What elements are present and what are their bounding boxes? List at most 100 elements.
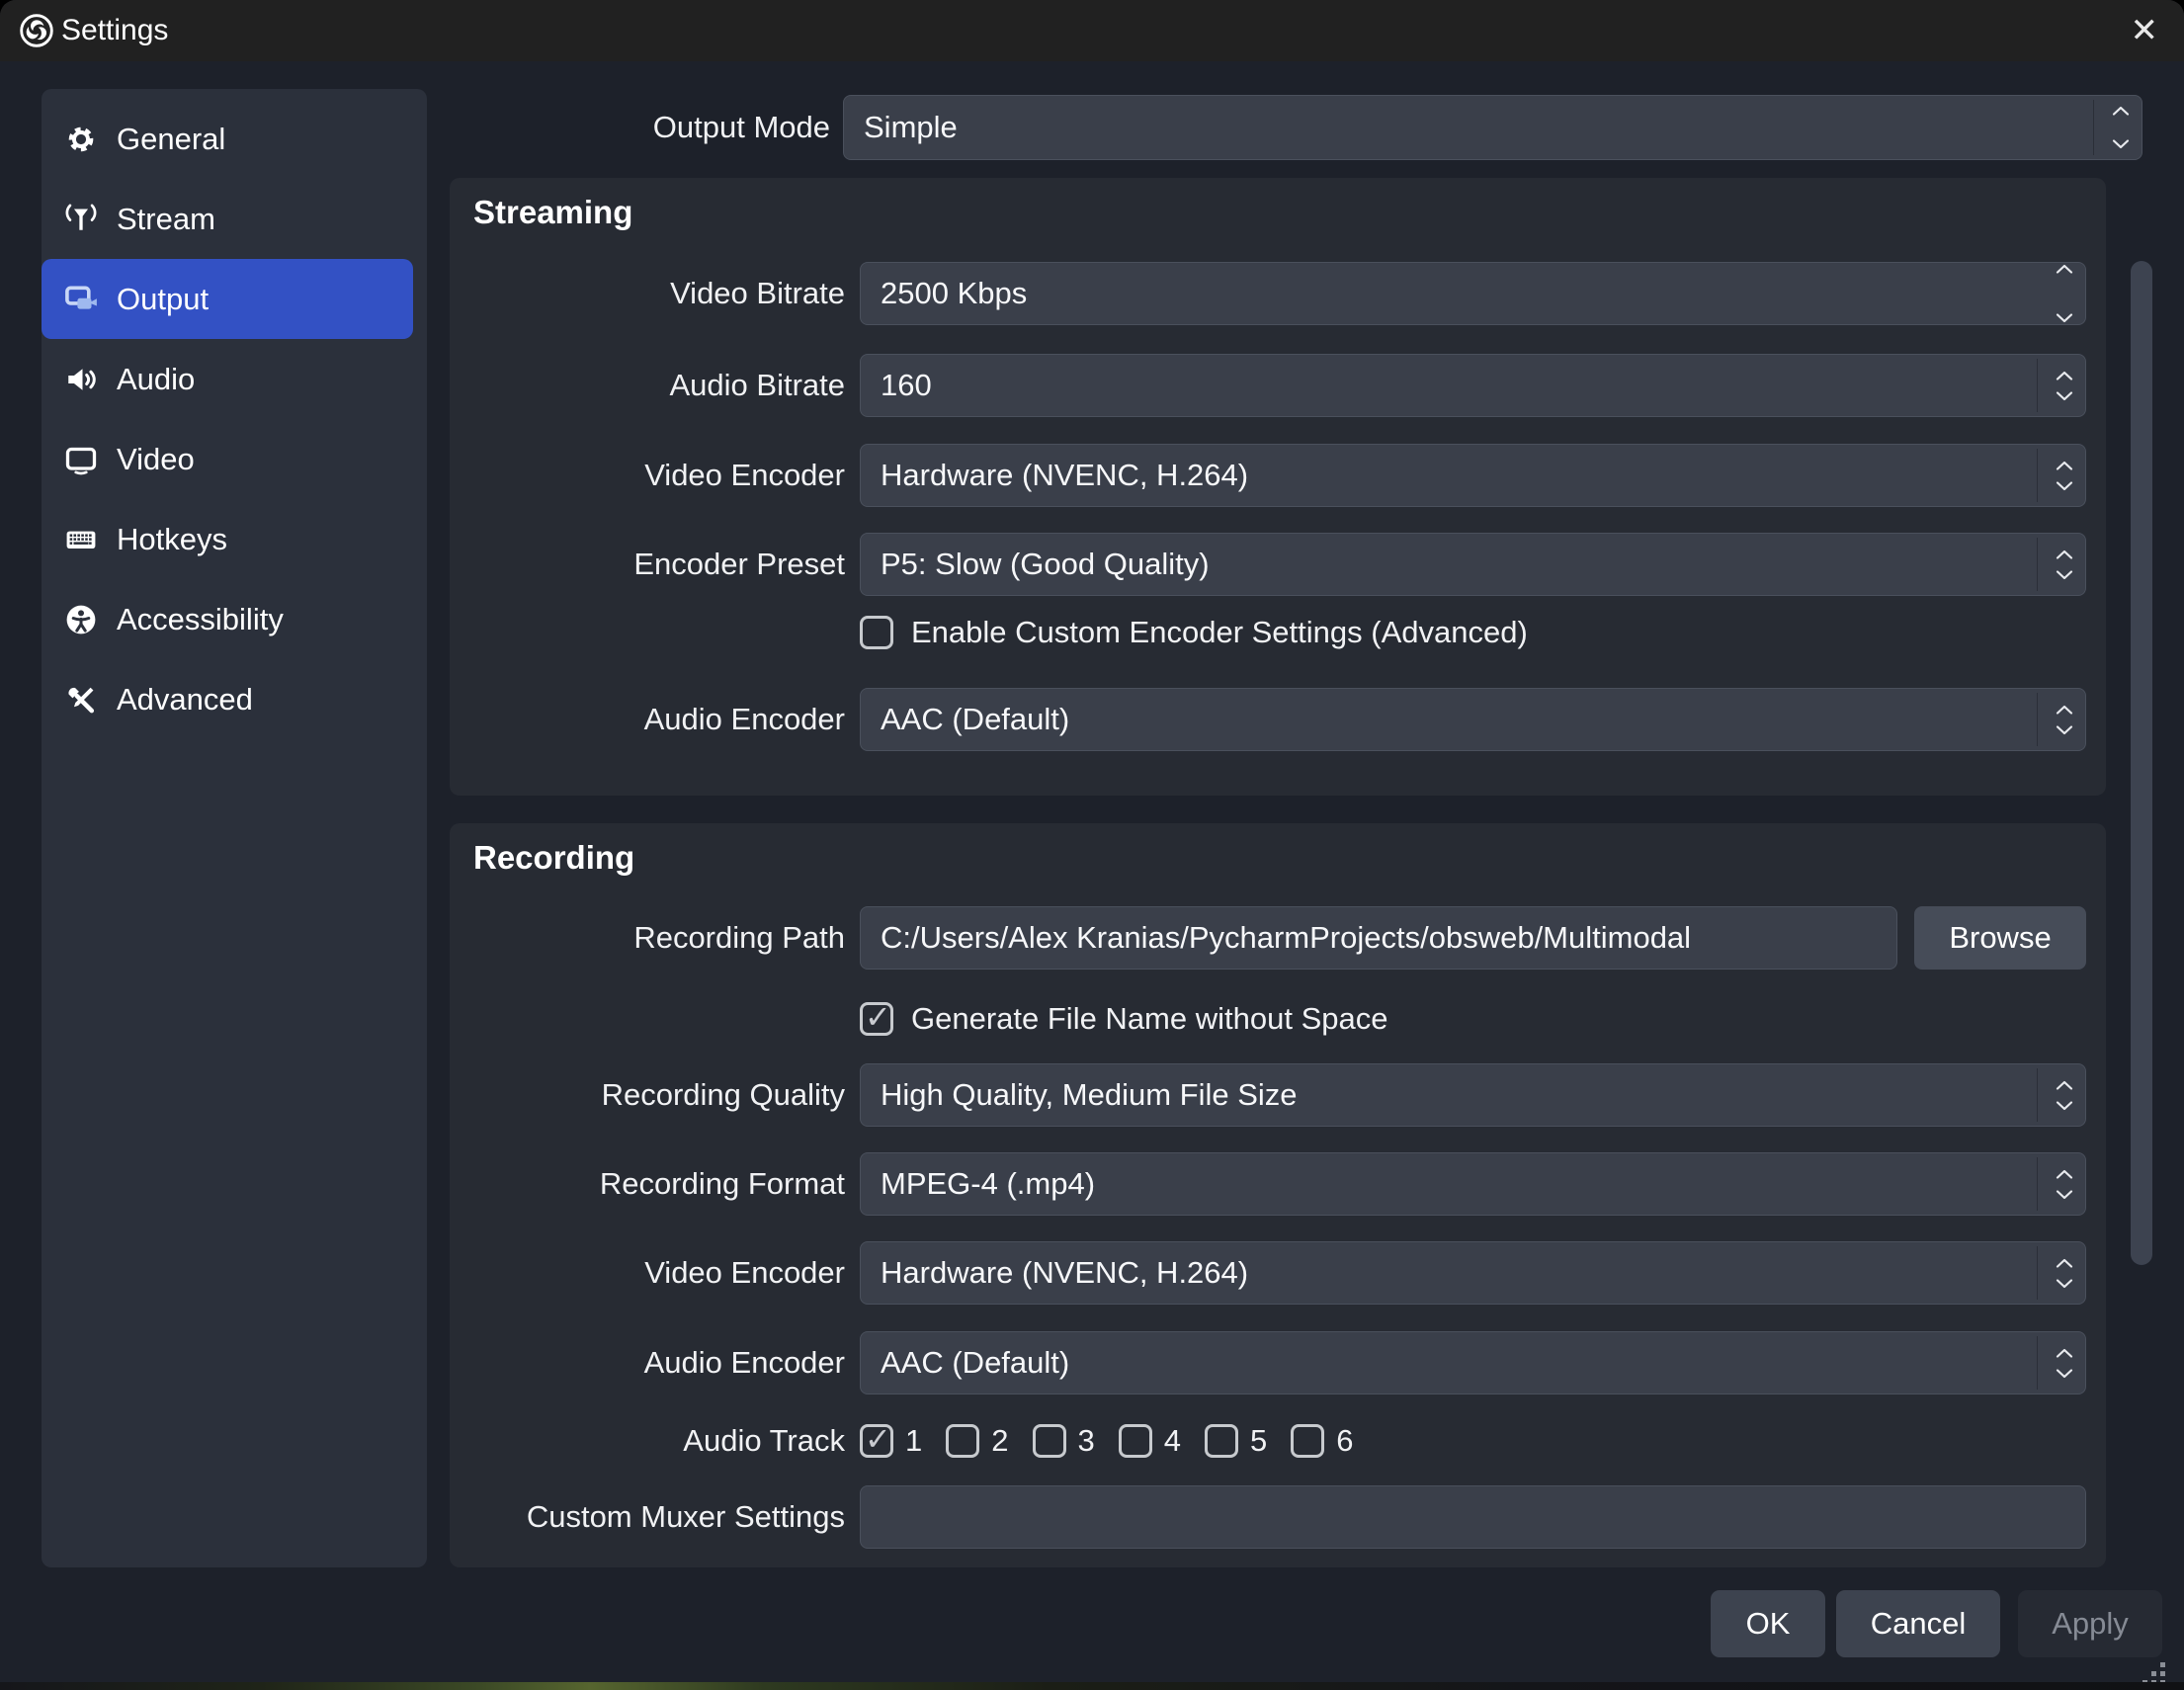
- accessibility-icon: [61, 600, 101, 639]
- recording-quality-value: High Quality, Medium File Size: [881, 1077, 1298, 1113]
- recording-audio-encoder-select[interactable]: AAC (Default): [860, 1331, 2086, 1394]
- chevron-up-down-icon: [2056, 1332, 2073, 1394]
- recording-format-value: MPEG-4 (.mp4): [881, 1166, 1095, 1202]
- recording-format-label: Recording Format: [450, 1152, 845, 1216]
- audio-track-3-checkbox[interactable]: [1033, 1424, 1066, 1458]
- sidebar-item-advanced[interactable]: Advanced: [42, 659, 413, 739]
- audio-track-1-checkbox[interactable]: [860, 1424, 893, 1458]
- recording-audio-encoder-label: Audio Encoder: [450, 1331, 845, 1394]
- generate-filename-row: Generate File Name without Space: [860, 997, 1387, 1041]
- sidebar: General Stream Output: [42, 89, 427, 1567]
- audio-track-2-checkbox[interactable]: [946, 1424, 979, 1458]
- keyboard-icon: [61, 520, 101, 559]
- video-bitrate-label: Video Bitrate: [450, 262, 845, 325]
- stream-audio-encoder-select[interactable]: AAC (Default): [860, 688, 2086, 751]
- generate-filename-checkbox[interactable]: [860, 1002, 893, 1036]
- stream-audio-encoder-label: Audio Encoder: [450, 688, 845, 751]
- audio-bitrate-spinner[interactable]: 160: [860, 354, 2086, 417]
- sidebar-item-accessibility[interactable]: Accessibility: [42, 579, 413, 659]
- ok-button[interactable]: OK: [1711, 1590, 1825, 1657]
- speaker-icon: [61, 360, 101, 399]
- recording-video-encoder-value: Hardware (NVENC, H.264): [881, 1255, 1248, 1291]
- chevron-up-down-icon: [2056, 1242, 2073, 1304]
- video-bitrate-spinner[interactable]: 2500 Kbps: [860, 262, 2086, 325]
- stream-video-encoder-value: Hardware (NVENC, H.264): [881, 458, 1248, 493]
- browse-button[interactable]: Browse: [1914, 906, 2086, 970]
- stream-audio-encoder-value: AAC (Default): [881, 702, 1069, 737]
- chevron-up-down-icon: [2056, 1064, 2073, 1126]
- sidebar-item-label: Output: [117, 282, 209, 317]
- custom-encoder-settings-row: Enable Custom Encoder Settings (Advanced…: [860, 611, 1528, 654]
- window-title: Settings: [61, 14, 168, 47]
- output-mode-value: Simple: [864, 110, 958, 145]
- recording-audio-encoder-value: AAC (Default): [881, 1345, 1069, 1381]
- output-mode-label: Output Mode: [435, 95, 830, 160]
- sidebar-item-label: Video: [117, 442, 195, 477]
- custom-encoder-settings-checkbox[interactable]: [860, 616, 893, 649]
- output-icon: [61, 280, 101, 319]
- chevron-up-down-icon: [2056, 1153, 2073, 1215]
- tools-icon: [61, 680, 101, 719]
- custom-muxer-settings-label: Custom Muxer Settings: [450, 1485, 845, 1549]
- audio-track-1-label: 1: [905, 1423, 922, 1459]
- sidebar-item-stream[interactable]: Stream: [42, 179, 413, 259]
- sidebar-item-label: General: [117, 122, 225, 157]
- audio-track-group: 1 2 3 4 5: [860, 1419, 1354, 1463]
- sidebar-item-label: Advanced: [117, 682, 253, 718]
- sidebar-item-video[interactable]: Video: [42, 419, 413, 499]
- sidebar-item-label: Stream: [117, 202, 215, 237]
- titlebar: Settings ✕: [0, 0, 2184, 61]
- audio-track-5-checkbox[interactable]: [1205, 1424, 1238, 1458]
- audio-bitrate-label: Audio Bitrate: [450, 354, 845, 417]
- video-bitrate-value: 2500 Kbps: [881, 276, 1027, 311]
- recording-path-input[interactable]: C:/Users/Alex Kranias/PycharmProjects/ob…: [860, 906, 1897, 970]
- recording-path-value: C:/Users/Alex Kranias/PycharmProjects/ob…: [881, 920, 1691, 956]
- chevron-up-down-icon: [2056, 534, 2073, 595]
- chevron-up-down-icon: [2112, 96, 2130, 159]
- audio-track-6: 6: [1291, 1423, 1353, 1459]
- custom-encoder-settings-label: Enable Custom Encoder Settings (Advanced…: [911, 615, 1528, 650]
- audio-track-6-checkbox[interactable]: [1291, 1424, 1324, 1458]
- recording-quality-select[interactable]: High Quality, Medium File Size: [860, 1063, 2086, 1127]
- chevron-up-down-icon: [2056, 445, 2073, 506]
- audio-track-2-label: 2: [991, 1423, 1008, 1459]
- sidebar-item-general[interactable]: General: [42, 99, 413, 179]
- sidebar-item-hotkeys[interactable]: Hotkeys: [42, 499, 413, 579]
- resize-grip[interactable]: [2160, 1662, 2165, 1667]
- vertical-scrollbar[interactable]: [2131, 261, 2152, 1265]
- generate-filename-label: Generate File Name without Space: [911, 1001, 1387, 1037]
- recording-video-encoder-label: Video Encoder: [450, 1241, 845, 1305]
- recording-path-label: Recording Path: [450, 906, 845, 970]
- display-icon: [61, 440, 101, 479]
- audio-track-4-label: 4: [1164, 1423, 1181, 1459]
- spinner-arrows-icon: [2056, 355, 2073, 416]
- spinner-arrows-icon: [2056, 263, 2073, 324]
- recording-format-select[interactable]: MPEG-4 (.mp4): [860, 1152, 2086, 1216]
- settings-window: Settings ✕ General Stream: [0, 0, 2184, 1682]
- recording-panel: Recording Recording Path C:/Users/Alex K…: [450, 823, 2106, 1567]
- close-button[interactable]: ✕: [2131, 0, 2159, 61]
- sidebar-item-label: Audio: [117, 362, 195, 397]
- recording-quality-label: Recording Quality: [450, 1063, 845, 1127]
- recording-video-encoder-select[interactable]: Hardware (NVENC, H.264): [860, 1241, 2086, 1305]
- apply-button[interactable]: Apply: [2018, 1590, 2162, 1657]
- encoder-preset-select[interactable]: P5: Slow (Good Quality): [860, 533, 2086, 596]
- sidebar-item-audio[interactable]: Audio: [42, 339, 413, 419]
- custom-muxer-settings-input[interactable]: [860, 1485, 2086, 1549]
- audio-track-5: 5: [1205, 1423, 1267, 1459]
- audio-track-3-label: 3: [1078, 1423, 1095, 1459]
- audio-track-4-checkbox[interactable]: [1119, 1424, 1152, 1458]
- sidebar-item-label: Accessibility: [117, 602, 284, 637]
- encoder-preset-label: Encoder Preset: [450, 533, 845, 596]
- chevron-up-down-icon: [2056, 689, 2073, 750]
- sidebar-item-label: Hotkeys: [117, 522, 227, 557]
- cancel-button[interactable]: Cancel: [1836, 1590, 2000, 1657]
- audio-track-2: 2: [946, 1423, 1008, 1459]
- gear-icon: [61, 120, 101, 159]
- streaming-panel: Streaming Video Bitrate 2500 Kbps Audio …: [450, 178, 2106, 796]
- audio-bitrate-value: 160: [881, 368, 932, 403]
- encoder-preset-value: P5: Slow (Good Quality): [881, 547, 1210, 582]
- output-mode-select[interactable]: Simple: [843, 95, 2142, 160]
- stream-video-encoder-select[interactable]: Hardware (NVENC, H.264): [860, 444, 2086, 507]
- sidebar-item-output[interactable]: Output: [42, 259, 413, 339]
